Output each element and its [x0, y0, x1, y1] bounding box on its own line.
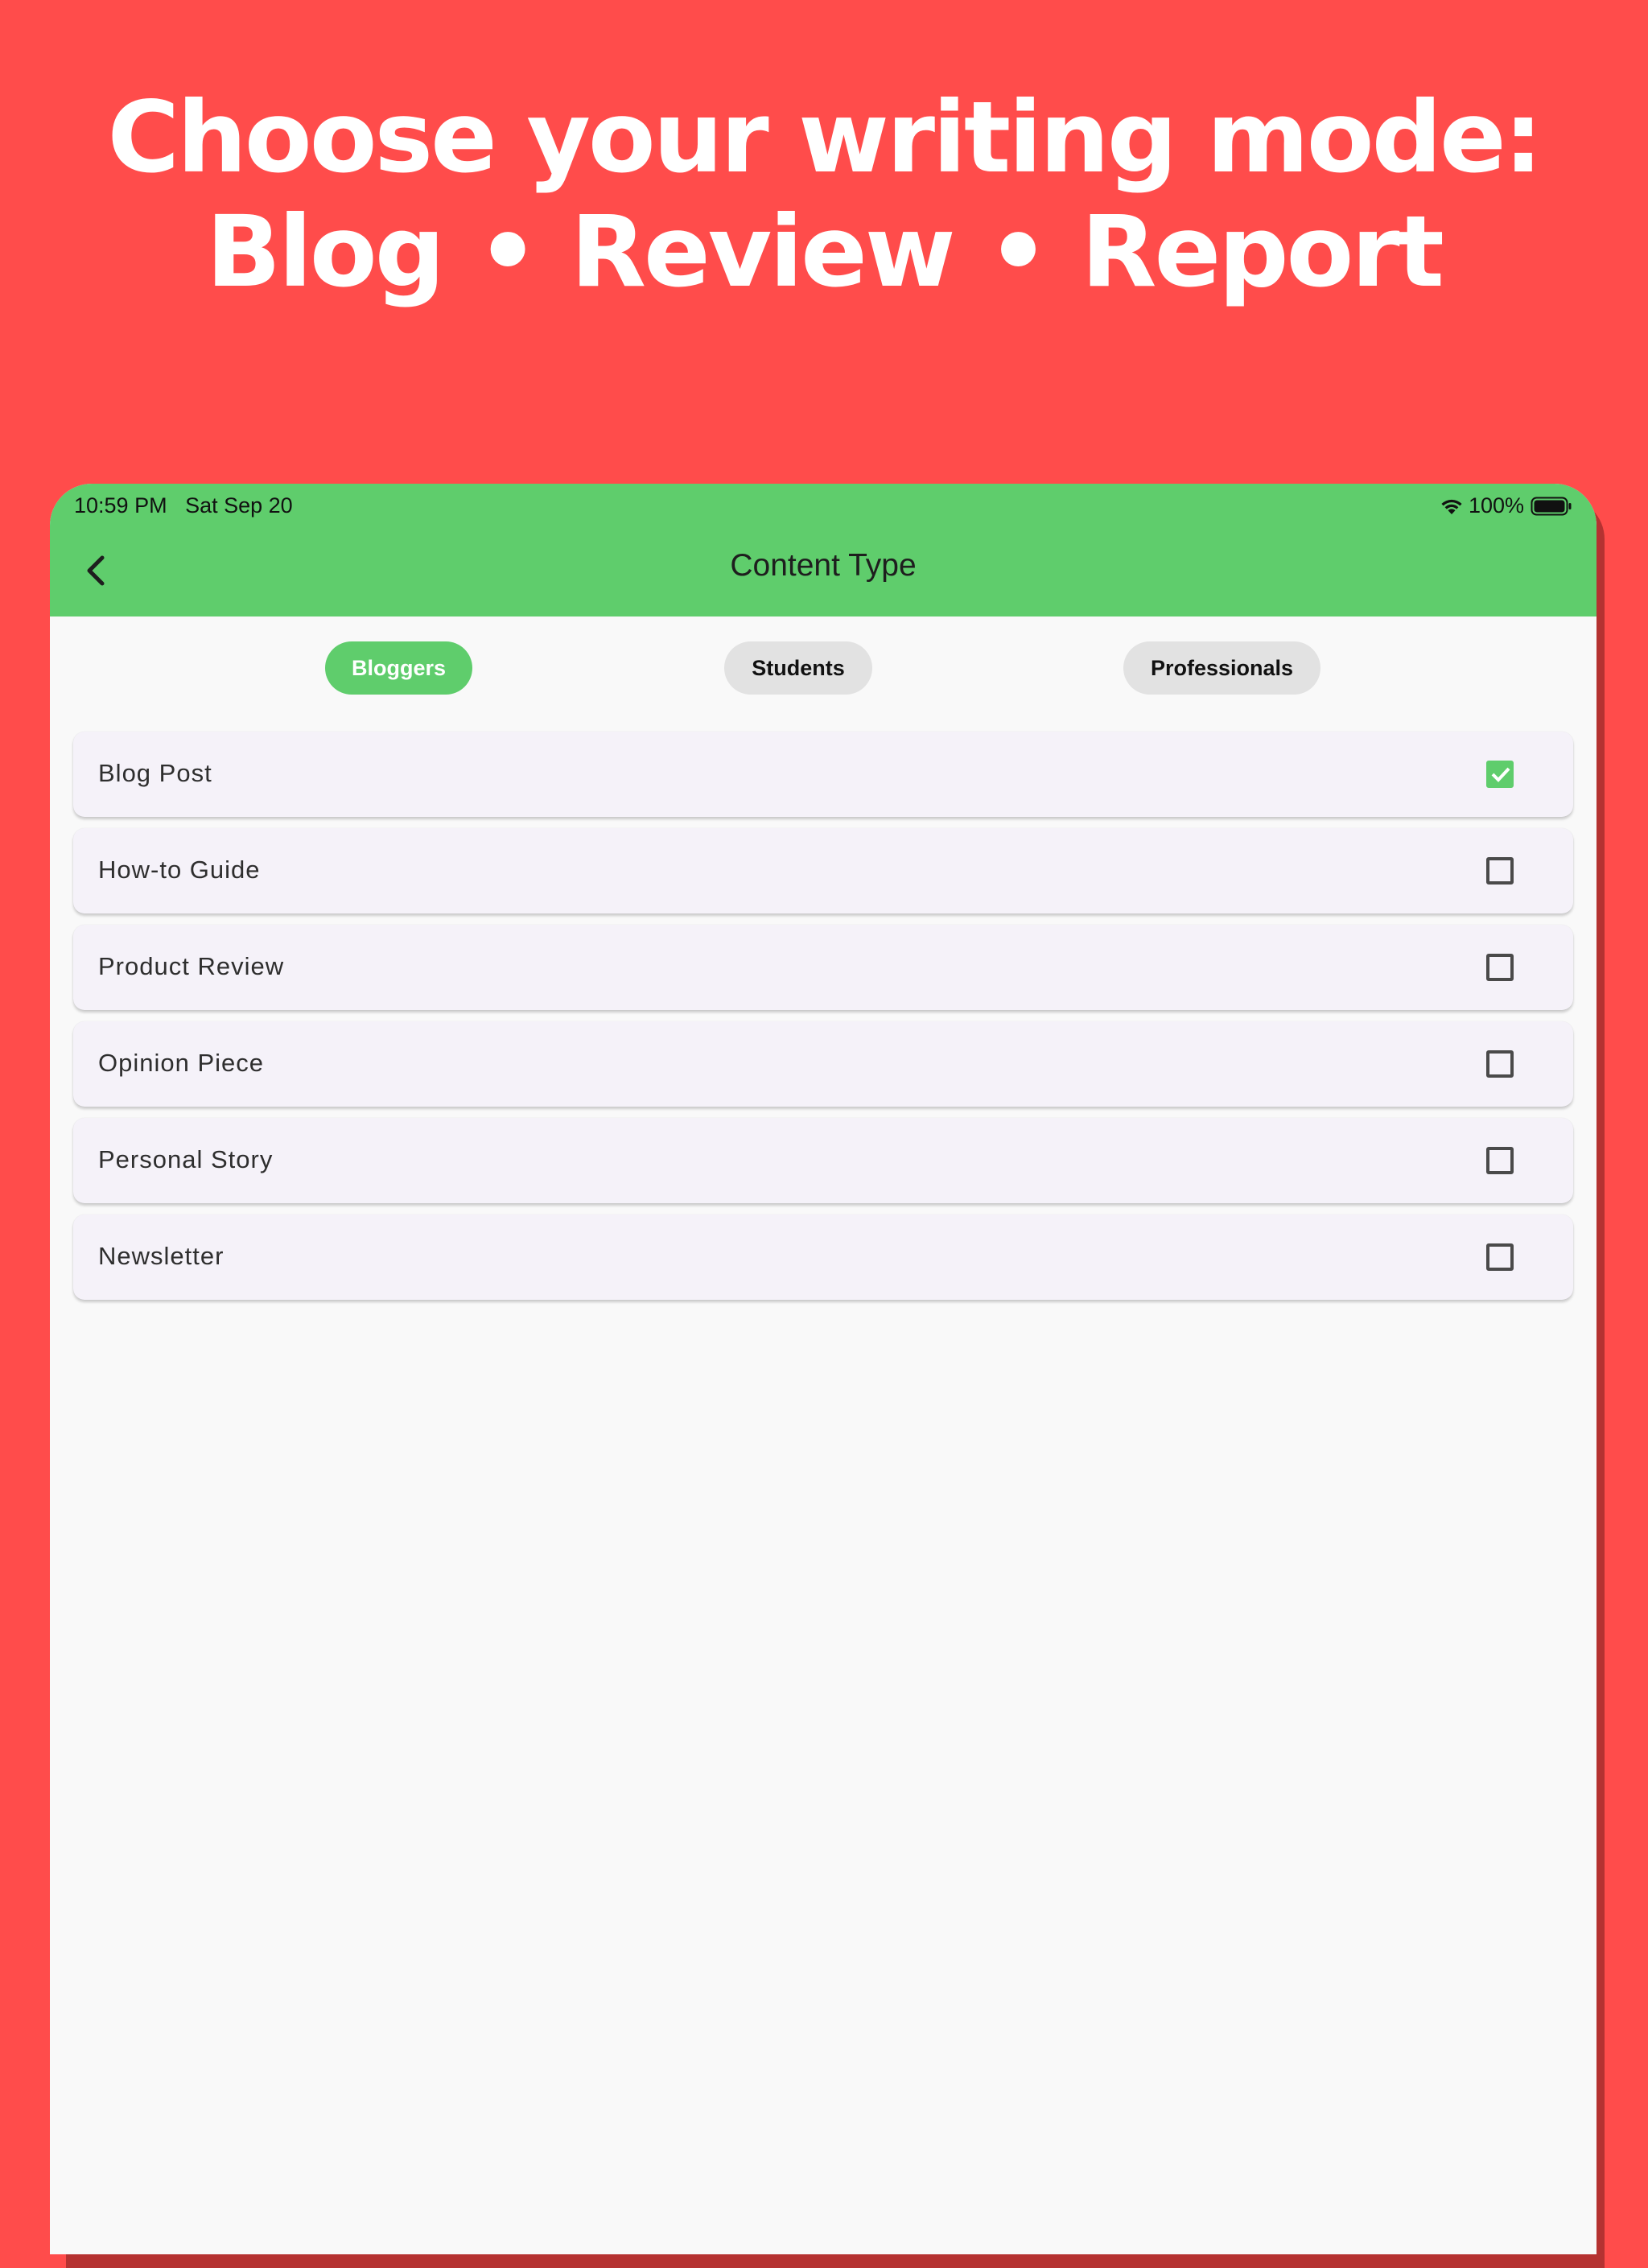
promo-headline: Choose your writing mode: Blog • Review • Re…	[0, 80, 1648, 309]
checkbox[interactable]	[1486, 1243, 1514, 1271]
status-date: Sat Sep 20	[185, 493, 293, 518]
list-item-label: Product Review	[98, 952, 285, 980]
list-item-label: Newsletter	[98, 1242, 225, 1270]
tab-bloggers[interactable]: Bloggers	[325, 641, 472, 695]
list-item-label: Blog Post	[98, 759, 212, 787]
status-bar-time: 10:59 PM Sat Sep 20	[74, 493, 293, 518]
list-item[interactable]: Blog Post	[73, 732, 1573, 817]
checkbox[interactable]	[1486, 1050, 1514, 1078]
headline-word-report: Report	[1081, 195, 1444, 309]
list-item-label: Personal Story	[98, 1145, 274, 1173]
battery-percent: 100%	[1468, 493, 1524, 518]
page-title: Content Type	[730, 548, 917, 583]
list-item[interactable]: Personal Story	[73, 1118, 1573, 1203]
battery-icon	[1531, 497, 1572, 516]
app-bar: 10:59 PM Sat Sep 20 100% Content Type	[50, 484, 1596, 616]
tab-students[interactable]: Students	[724, 641, 872, 695]
checkbox[interactable]	[1486, 954, 1514, 981]
content-type-list: Blog Post How-to Guide Product Review Op…	[73, 732, 1573, 1311]
list-item-label: Opinion Piece	[98, 1049, 265, 1077]
headline-separator: •	[987, 195, 1050, 309]
list-item[interactable]: Newsletter	[73, 1214, 1573, 1300]
checkmark-icon	[1491, 767, 1510, 782]
headline-word-review: Review	[571, 195, 955, 309]
list-item[interactable]: How-to Guide	[73, 828, 1573, 913]
list-item[interactable]: Product Review	[73, 925, 1573, 1010]
checkbox[interactable]	[1486, 1147, 1514, 1174]
headline-separator: •	[476, 195, 539, 309]
checkbox[interactable]	[1486, 857, 1514, 885]
list-item[interactable]: Opinion Piece	[73, 1021, 1573, 1107]
checkbox-checked[interactable]	[1486, 761, 1514, 788]
list-item-label: How-to Guide	[98, 856, 261, 884]
status-bar-right: 100%	[1440, 493, 1572, 518]
headline-word-blog: Blog	[206, 195, 445, 309]
status-time: 10:59 PM	[74, 493, 167, 518]
device-screen: 10:59 PM Sat Sep 20 100% Content Type Bl…	[50, 484, 1596, 2254]
headline-line-2: Blog • Review • Report	[0, 195, 1648, 309]
headline-line-1: Choose your writing mode:	[107, 80, 1543, 195]
wifi-icon	[1440, 497, 1464, 515]
tab-professionals[interactable]: Professionals	[1123, 641, 1320, 695]
